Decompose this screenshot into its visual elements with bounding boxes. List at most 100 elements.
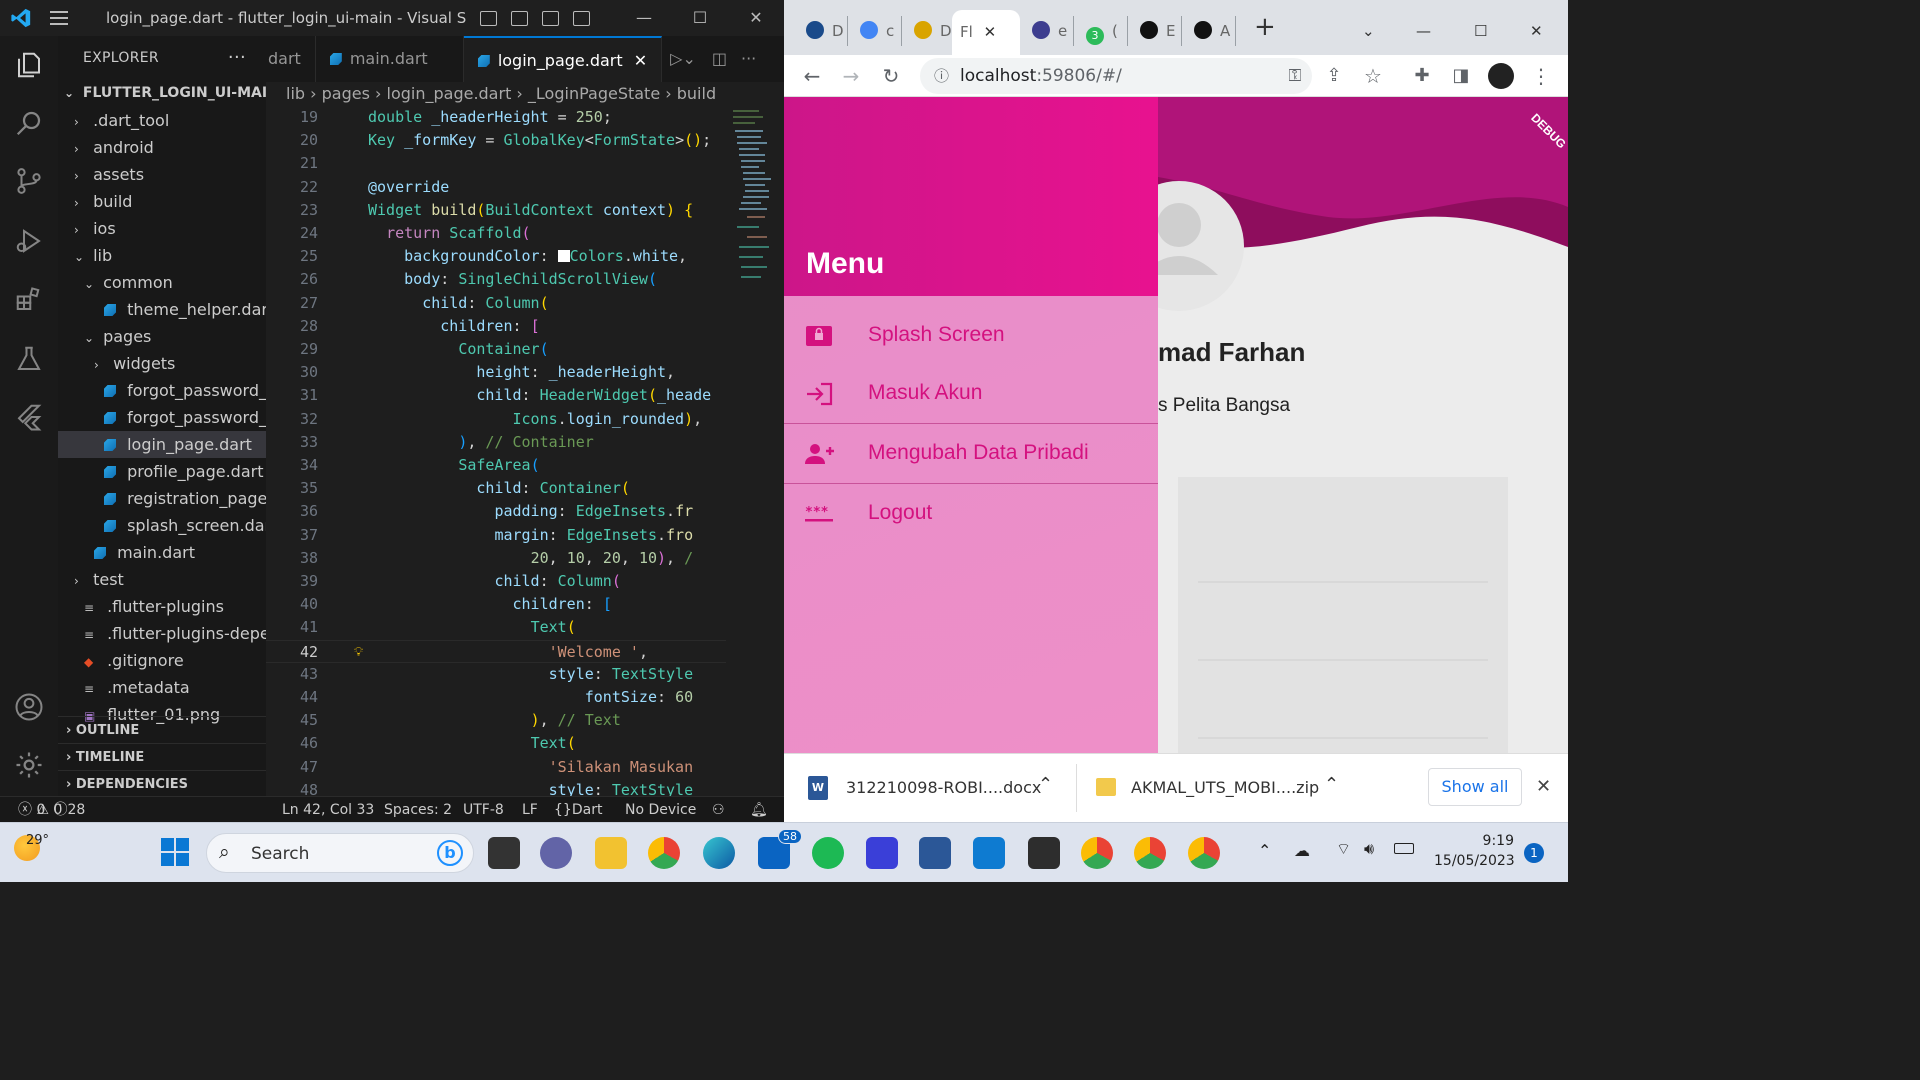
tree-folder[interactable]: › assets [58, 161, 266, 188]
chrome-profile-icon[interactable] [1134, 837, 1166, 869]
breadcrumb-item[interactable]: login_page.dart [387, 84, 512, 103]
wifi-icon[interactable]: ⌔ [1336, 839, 1351, 859]
download-item-zip[interactable]: AKMAL_UTS_MOBI....zip [1131, 778, 1319, 797]
browser-tab[interactable]: D [796, 16, 848, 46]
toggle-secondary-sidebar-icon[interactable] [542, 10, 559, 26]
drawer-item-masuk-akun[interactable]: Masuk Akun [784, 364, 1158, 422]
code-line[interactable]: 26 body: SingleChildScrollView( [266, 268, 726, 291]
code-line[interactable]: 19 double _headerHeight = 250; [266, 106, 726, 129]
tree-folder[interactable]: ⌄ pages [58, 323, 266, 350]
code-line[interactable]: 35 child: Container( [266, 477, 726, 500]
tab-partial[interactable]: dart [266, 36, 316, 82]
code-line[interactable]: 25 backgroundColor: Colors.white, [266, 245, 726, 268]
browser-tab[interactable]: c [850, 16, 902, 46]
mail-icon[interactable]: 58 [758, 829, 802, 869]
code-line[interactable]: 44 fontSize: 60 [266, 686, 726, 709]
indentation[interactable]: Spaces: 2 [384, 797, 452, 822]
problems-indicator[interactable]: ⓧ 0 ⚠ 0 ⓘ 28 [18, 797, 85, 822]
menu-icon[interactable] [50, 11, 68, 25]
share-icon[interactable]: ⇪ [1321, 63, 1347, 89]
address-bar[interactable]: ⓘ localhost:59806/#/ [920, 58, 1312, 94]
tree-file[interactable]: main.dart [58, 539, 266, 566]
project-root[interactable]: ⌄ FLUTTER_LOGIN_UI-MAIN [58, 80, 266, 107]
notification-count[interactable]: 1 [1524, 843, 1544, 863]
code-line[interactable]: 29 Container( [266, 338, 726, 361]
tab-login-page[interactable]: login_page.dart ✕ [463, 36, 663, 82]
code-line[interactable]: 22 @override [266, 176, 726, 199]
toggle-sidebar-icon[interactable] [480, 10, 497, 26]
reload-icon[interactable]: ↻ [878, 63, 904, 89]
code-line[interactable]: 46 Text( [266, 732, 726, 755]
tab-search-chevron-icon[interactable]: ⌄ [1362, 16, 1375, 46]
language-mode[interactable]: {} Dart [554, 797, 602, 822]
browser-tab[interactable]: D [904, 16, 956, 46]
new-tab-icon[interactable]: + [1254, 12, 1276, 42]
password-key-icon[interactable]: ⚿ [1282, 63, 1308, 89]
code-line[interactable]: 41 Text( [266, 616, 726, 639]
device-selector[interactable]: No Device [625, 797, 696, 822]
tree-folder[interactable]: ⌄ common [58, 269, 266, 296]
tree-file[interactable]: ≡ .flutter-plugins-depe... [58, 620, 266, 647]
download-chevron-icon[interactable]: ⌃ [1038, 774, 1053, 795]
minimap[interactable] [731, 106, 771, 356]
maximize-icon[interactable]: ☐ [1474, 16, 1487, 46]
lightbulb-icon[interactable]: 💡︎ [354, 641, 363, 662]
notifications-bell-icon[interactable]: 🔔︎ [750, 797, 768, 822]
extensions-icon[interactable] [14, 284, 44, 314]
tree-file[interactable]: splash_screen.dart [58, 512, 266, 539]
code-line[interactable]: 34 SafeArea( [266, 454, 726, 477]
onedrive-icon[interactable]: ☁ [1294, 841, 1310, 860]
breadcrumb-item[interactable]: _LoginPageState [528, 84, 660, 103]
forward-icon[interactable]: → [838, 63, 864, 89]
code-line[interactable]: 45 ), // Text [266, 709, 726, 732]
code-line[interactable]: 20 Key _formKey = GlobalKey<FormState>(); [266, 129, 726, 152]
maximize-icon[interactable]: ☐ [672, 0, 728, 36]
feedback-icon[interactable]: ⚇ [712, 797, 725, 822]
code-line[interactable]: 30 height: _headerHeight, [266, 361, 726, 384]
tree-file[interactable]: theme_helper.dart [58, 296, 266, 323]
tree-file[interactable]: registration_page.... [58, 485, 266, 512]
drawer-item-logout[interactable]: *** Logout [784, 484, 1158, 542]
timeline-section[interactable]: › TIMELINE [58, 743, 266, 770]
edge-icon[interactable] [703, 837, 735, 869]
code-line[interactable]: 28 children: [ [266, 315, 726, 338]
close-icon[interactable]: ✕ [728, 0, 784, 36]
chrome-menu-icon[interactable]: ⋮ [1528, 63, 1554, 89]
account-icon[interactable] [14, 692, 44, 722]
side-panel-icon[interactable]: ◨ [1448, 63, 1474, 89]
code-line[interactable]: 27 child: Column( [266, 292, 726, 315]
dependencies-section[interactable]: › DEPENDENCIES [58, 770, 266, 797]
extensions-puzzle-icon[interactable]: ✚ [1409, 63, 1435, 89]
run-debug-icon[interactable] [14, 226, 44, 256]
customize-layout-icon[interactable] [573, 10, 590, 26]
line-ending[interactable]: LF [522, 797, 538, 822]
drawer-item-mengubah-data[interactable]: Mengubah Data Pribadi [784, 424, 1158, 482]
tray-chevron-icon[interactable]: ⌃ [1258, 841, 1271, 860]
file-explorer-icon[interactable] [595, 837, 627, 869]
browser-tab[interactable]: A [1184, 16, 1236, 46]
task-view-icon[interactable] [488, 837, 520, 869]
close-window-icon[interactable]: ✕ [1530, 16, 1543, 46]
tree-file[interactable]: ≡ .flutter-plugins [58, 593, 266, 620]
browser-tab[interactable]: 3( [1076, 16, 1128, 46]
explorer-icon[interactable] [14, 50, 44, 80]
outline-section[interactable]: › OUTLINE [58, 716, 266, 743]
bookmark-star-icon[interactable]: ☆ [1360, 63, 1386, 89]
source-control-icon[interactable] [14, 166, 44, 196]
download-item-docx[interactable]: 312210098-ROBI....docx [846, 778, 1041, 797]
battery-icon[interactable] [1394, 843, 1414, 854]
code-line[interactable]: 32 Icons.login_rounded), [266, 408, 726, 431]
search-icon[interactable] [14, 108, 44, 138]
tree-file[interactable]: ≡ .metadata [58, 674, 266, 701]
browser-tab[interactable]: e [1022, 16, 1074, 46]
breadcrumb-item[interactable]: lib [286, 84, 305, 103]
browser-tab[interactable]: E [1130, 16, 1182, 46]
chrome-profile-icon[interactable] [1188, 837, 1220, 869]
split-editor-icon[interactable]: ◫ [704, 36, 735, 82]
code-line[interactable]: 43 style: TextStyle [266, 663, 726, 686]
close-tab-icon[interactable]: ✕ [634, 51, 647, 70]
back-icon[interactable]: ← [799, 63, 825, 89]
browser-tab[interactable]: Fl ✕ [952, 10, 1020, 55]
code-line[interactable]: 42 'Welcome ', 💡︎ [266, 639, 726, 663]
code-line[interactable]: 47 'Silakan Masukan [266, 756, 726, 779]
